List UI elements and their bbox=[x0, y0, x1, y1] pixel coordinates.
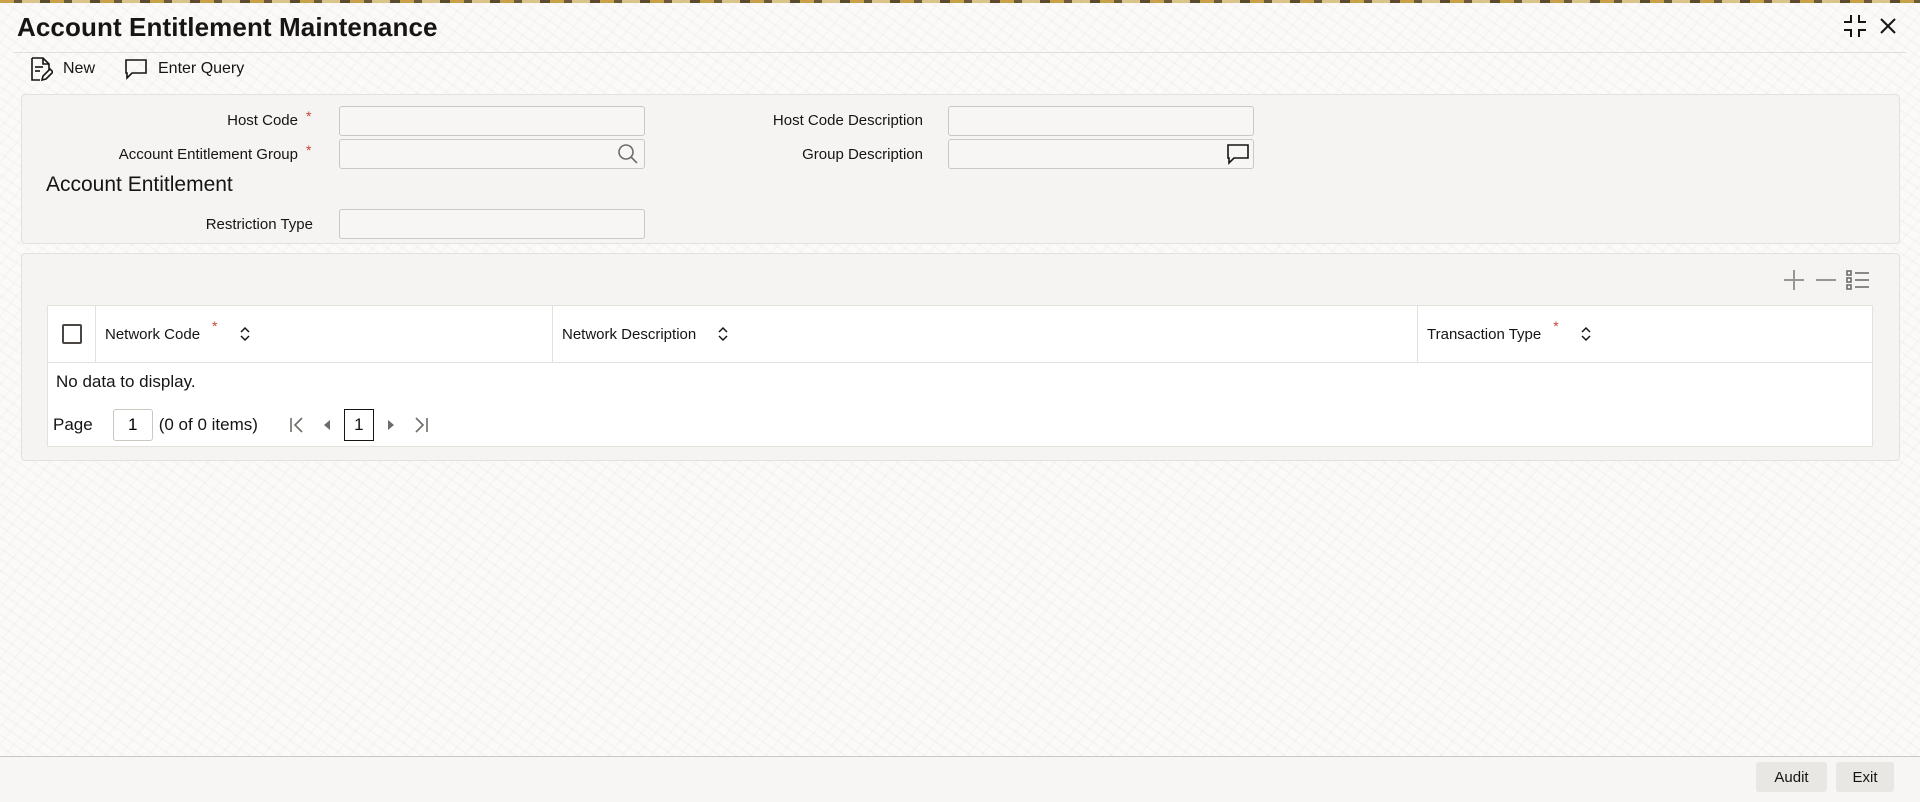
delete-row-icon[interactable] bbox=[1810, 266, 1842, 294]
next-page-icon[interactable] bbox=[376, 410, 406, 440]
account-entitlement-group-input[interactable] bbox=[339, 139, 645, 169]
group-description-label: Group Description bbox=[802, 146, 923, 163]
enter-query-label: Enter Query bbox=[158, 60, 245, 77]
account-entitlement-group-required-marker: * bbox=[306, 142, 312, 158]
restriction-type-label: Restriction Type bbox=[205, 216, 313, 233]
item-count: (0 of 0 items) bbox=[158, 415, 258, 434]
new-label: New bbox=[63, 60, 96, 77]
search-icon[interactable] bbox=[616, 142, 640, 166]
column-network-code[interactable]: Network Code * bbox=[95, 306, 552, 362]
account-entitlement-group-label: Account Entitlement Group bbox=[118, 146, 298, 163]
column-network-description[interactable]: Network Description bbox=[552, 306, 1417, 362]
column-transaction-type-label: Transaction Type bbox=[1427, 325, 1542, 343]
new-button[interactable]: New bbox=[29, 55, 95, 83]
sort-icon[interactable] bbox=[716, 325, 730, 343]
enter-query-button[interactable]: Enter Query bbox=[124, 55, 244, 83]
sort-icon[interactable] bbox=[1579, 325, 1593, 343]
comment-icon bbox=[125, 59, 147, 80]
network-table: Network Code * Network Description Trans… bbox=[47, 305, 1873, 447]
title-divider bbox=[14, 52, 1906, 53]
host-code-description-label: Host Code Description bbox=[772, 112, 923, 129]
audit-button[interactable]: Audit bbox=[1756, 762, 1827, 792]
page-label: Page bbox=[53, 415, 93, 434]
column-network-description-label: Network Description bbox=[562, 325, 697, 343]
group-description-input[interactable] bbox=[948, 139, 1254, 169]
comment-icon[interactable] bbox=[1226, 142, 1250, 166]
column-transaction-type[interactable]: Transaction Type * bbox=[1417, 306, 1872, 362]
table-header: Network Code * Network Description Trans… bbox=[48, 306, 1872, 363]
sort-icon[interactable] bbox=[238, 325, 252, 343]
restriction-type-input[interactable] bbox=[339, 209, 645, 239]
close-icon[interactable] bbox=[1874, 12, 1902, 40]
pagination: Page (0 of 0 items) 1 bbox=[53, 408, 436, 442]
exit-button[interactable]: Exit bbox=[1836, 762, 1894, 792]
footer-bar bbox=[0, 757, 1920, 802]
new-document-icon bbox=[31, 57, 53, 82]
last-page-icon[interactable] bbox=[406, 410, 436, 440]
account-entitlement-section-title: Account Entitlement bbox=[46, 173, 233, 196]
page-number-input[interactable] bbox=[112, 409, 153, 441]
top-decorative-strip bbox=[0, 0, 1920, 3]
collapse-icon[interactable] bbox=[1841, 12, 1869, 40]
previous-page-icon[interactable] bbox=[312, 410, 342, 440]
first-page-icon[interactable] bbox=[282, 410, 312, 440]
empty-table-message: No data to display. bbox=[56, 372, 196, 391]
host-code-label: Host Code bbox=[227, 112, 298, 129]
column-network-code-label: Network Code bbox=[105, 325, 201, 343]
network-code-required-marker: * bbox=[212, 318, 218, 334]
host-code-required-marker: * bbox=[306, 108, 312, 124]
current-page-button[interactable]: 1 bbox=[343, 409, 374, 441]
grid-toolbar bbox=[1778, 266, 1874, 294]
select-all-checkbox[interactable] bbox=[61, 324, 82, 344]
add-row-icon[interactable] bbox=[1778, 266, 1810, 294]
page-title: Account Entitlement Maintenance bbox=[17, 12, 438, 42]
single-view-icon[interactable] bbox=[1842, 266, 1874, 294]
transaction-type-required-marker: * bbox=[1553, 318, 1559, 334]
host-code-description-input[interactable] bbox=[948, 106, 1254, 136]
select-all-cell bbox=[48, 306, 95, 362]
host-code-input[interactable] bbox=[339, 106, 645, 136]
